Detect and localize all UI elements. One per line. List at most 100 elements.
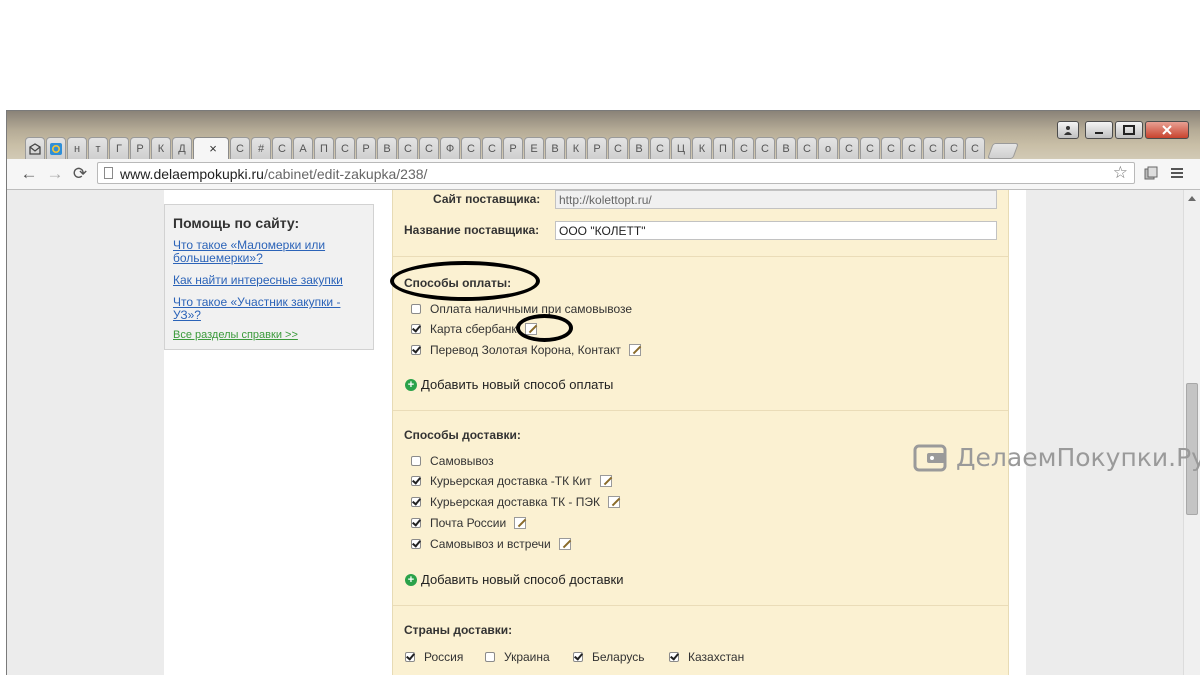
checkbox[interactable] (411, 539, 421, 549)
tab-label: н (73, 142, 81, 155)
url-bar[interactable]: www.delaempokupki.ru/cabinet/edit-zakupk… (97, 162, 1135, 184)
browser-tab[interactable]: Р (503, 137, 523, 159)
country-option[interactable]: Россия (405, 649, 463, 665)
help-link-participant[interactable]: Что такое «Участник закупки - УЗ»? (173, 296, 353, 322)
checkbox[interactable] (411, 518, 421, 528)
browser-tab[interactable]: С (860, 137, 880, 159)
checkbox[interactable] (411, 456, 421, 466)
delivery-option[interactable]: Самовывоз (411, 453, 494, 469)
browser-tab[interactable]: С (902, 137, 922, 159)
country-option[interactable]: Казахстан (669, 649, 744, 665)
checkbox[interactable] (669, 652, 679, 662)
browser-tab[interactable]: К (692, 137, 712, 159)
help-link-find-purchases[interactable]: Как найти интересные закупки (173, 274, 353, 287)
browser-tab[interactable]: К (151, 137, 171, 159)
browser-tab[interactable]: С (881, 137, 901, 159)
profile-icon[interactable] (1057, 121, 1079, 139)
browser-tab[interactable]: С (230, 137, 250, 159)
extension-icon[interactable] (1143, 165, 1159, 181)
browser-tab[interactable]: о (818, 137, 838, 159)
checkbox[interactable] (405, 652, 415, 662)
browser-tab[interactable]: С (335, 137, 355, 159)
browser-tab[interactable]: В (545, 137, 565, 159)
browser-tab[interactable]: т (88, 137, 108, 159)
browser-tab[interactable]: С (839, 137, 859, 159)
browser-tab[interactable]: П (713, 137, 733, 159)
delivery-option[interactable]: Курьерская доставка -ТК Кит (411, 473, 612, 489)
browser-tab[interactable]: С (797, 137, 817, 159)
add-delivery-method-button[interactable]: + Добавить новый способ доставки (405, 572, 624, 587)
browser-tab[interactable]: # (251, 137, 271, 159)
browser-tab[interactable]: С (398, 137, 418, 159)
payment-option[interactable]: Перевод Золотая Корона, Контакт (411, 342, 641, 358)
bookmark-star-icon[interactable]: ☆ (1113, 163, 1128, 183)
tab-mail[interactable] (46, 137, 66, 159)
browser-tab[interactable]: В (629, 137, 649, 159)
checkbox[interactable] (411, 345, 421, 355)
country-option[interactable]: Беларусь (573, 649, 644, 665)
minimize-button[interactable] (1085, 121, 1113, 139)
browser-tab[interactable]: В (377, 137, 397, 159)
checkbox[interactable] (411, 497, 421, 507)
delivery-option[interactable]: Курьерская доставка ТК - ПЭК (411, 494, 620, 510)
menu-icon[interactable] (1169, 165, 1185, 181)
supplier-site-input[interactable] (555, 190, 997, 209)
forward-button[interactable]: → (44, 164, 66, 184)
browser-tab[interactable]: С (608, 137, 628, 159)
browser-tab[interactable]: С (944, 137, 964, 159)
vertical-scrollbar[interactable] (1183, 190, 1200, 675)
browser-tab[interactable]: С (650, 137, 670, 159)
browser-tab[interactable]: К (566, 137, 586, 159)
supplier-name-input[interactable] (555, 221, 997, 240)
tab-label: о (824, 142, 832, 155)
browser-tab[interactable]: Р (587, 137, 607, 159)
browser-tab[interactable]: Ц (671, 137, 691, 159)
payment-option[interactable]: Оплата наличными при самовывозе (411, 301, 632, 317)
edit-icon[interactable] (514, 517, 527, 529)
browser-tab[interactable]: Р (356, 137, 376, 159)
tab-label: Р (509, 142, 517, 155)
help-all-sections-link[interactable]: Все разделы справки >> (173, 329, 298, 341)
checkbox[interactable] (411, 324, 421, 334)
checkbox[interactable] (485, 652, 495, 662)
browser-tab[interactable]: С (461, 137, 481, 159)
edit-icon[interactable] (628, 344, 641, 356)
edit-icon[interactable] (558, 538, 571, 550)
browser-tab[interactable]: Ф (440, 137, 460, 159)
browser-tab[interactable]: С (419, 137, 439, 159)
checkbox[interactable] (411, 304, 421, 314)
country-option[interactable]: Украина (485, 649, 550, 665)
browser-tab[interactable]: А (293, 137, 313, 159)
help-link-sizes[interactable]: Что такое «Маломерки или большемерки»? (173, 239, 353, 265)
browser-tab[interactable]: С (755, 137, 775, 159)
browser-tab[interactable]: С (965, 137, 985, 159)
browser-tab[interactable]: н (67, 137, 87, 159)
tab-label: Р (362, 142, 370, 155)
back-button[interactable]: ← (18, 164, 40, 184)
tab-gmail[interactable] (25, 137, 45, 159)
browser-tab[interactable]: Г (109, 137, 129, 159)
browser-tab[interactable]: С (482, 137, 502, 159)
edit-icon[interactable] (599, 475, 612, 487)
close-window-button[interactable] (1145, 121, 1189, 139)
browser-tab[interactable]: С (272, 137, 292, 159)
scroll-up-icon[interactable] (1188, 196, 1196, 201)
delivery-option[interactable]: Самовывоз и встречи (411, 536, 571, 552)
browser-tab[interactable]: Р (130, 137, 150, 159)
reload-button[interactable]: ⟳ (69, 164, 91, 184)
checkbox[interactable] (573, 652, 583, 662)
browser-tab[interactable]: Д (172, 137, 192, 159)
browser-tab[interactable]: П (314, 137, 334, 159)
add-payment-method-button[interactable]: + Добавить новый способ оплаты (405, 377, 613, 392)
browser-tab[interactable]: С (734, 137, 754, 159)
browser-tab[interactable]: Е (524, 137, 544, 159)
browser-tab[interactable]: В (776, 137, 796, 159)
browser-tab-active[interactable]: × (193, 137, 229, 159)
edit-icon[interactable] (607, 496, 620, 508)
maximize-button[interactable] (1115, 121, 1143, 139)
delivery-option[interactable]: Почта России (411, 515, 527, 531)
checkbox[interactable] (411, 476, 421, 486)
new-tab-button[interactable] (987, 143, 1019, 159)
close-tab-icon[interactable]: × (209, 141, 217, 156)
browser-tab[interactable]: С (923, 137, 943, 159)
